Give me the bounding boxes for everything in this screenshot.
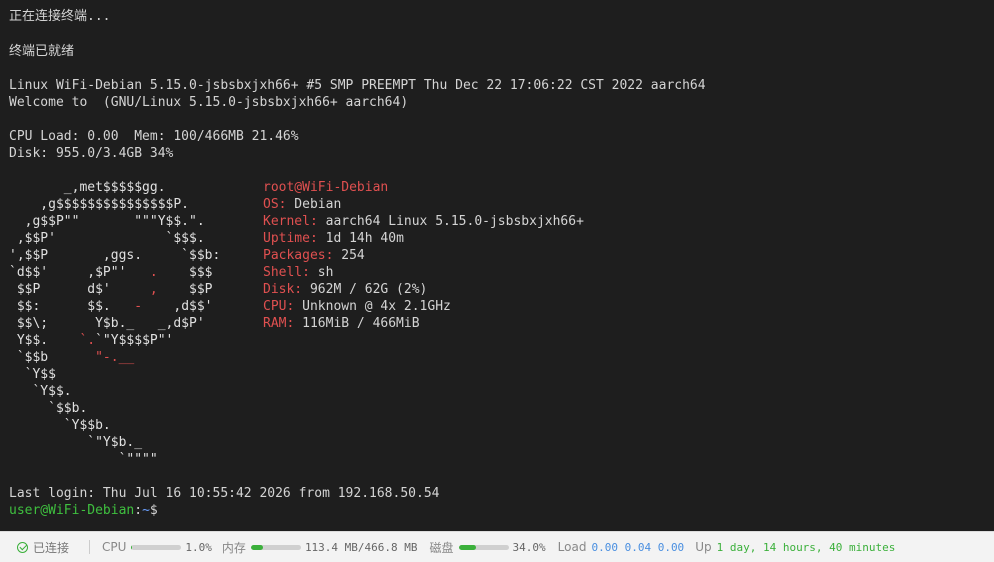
cpu-usage: CPU 1.0% xyxy=(102,540,212,554)
logo-line: Y$$. `.`"Y$$$$P"' xyxy=(9,333,174,348)
info-line: Packages: 254 xyxy=(263,248,365,263)
mem-bar xyxy=(250,544,301,550)
logo-line: `"Y$b._ xyxy=(9,435,143,450)
welcome-line: Welcome to (GNU/Linux 5.15.0-jsbsbxjxh66… xyxy=(9,95,409,110)
disk-label: 磁盘 xyxy=(429,540,454,555)
logo-line: ,g$$$$$$$$$$$$$$$P. xyxy=(9,197,190,212)
info-line: Kernel: aarch64 Linux 5.15.0-jsbsbxjxh66… xyxy=(263,214,584,229)
check-circle-icon xyxy=(17,541,28,553)
prompt-user: user@WiFi-Debian xyxy=(9,503,135,518)
connection-status: 已连接 xyxy=(17,539,69,556)
up-label: Up xyxy=(695,540,712,554)
logo-line: $$\; Y$b._ _,d$P' xyxy=(9,316,205,331)
cpu-value: 1.0% xyxy=(185,540,212,554)
disk-line: Disk: 955.0/3.4GB 34% xyxy=(9,146,174,161)
disk-bar xyxy=(458,544,509,550)
logo-line: `d$$' ,$P"' . $$$ xyxy=(9,265,213,280)
terminal-output[interactable]: 正在连接终端... 终端已就绪 Linux WiFi-Debian 5.15.0… xyxy=(0,0,994,531)
disk-value: 34.0% xyxy=(512,540,546,554)
mem-label: 内存 xyxy=(221,540,246,555)
info-line: OS: Debian xyxy=(263,197,342,212)
disk-bar-fill xyxy=(458,544,476,550)
info-line: Disk: 962M / 62G (2%) xyxy=(263,282,428,297)
prompt-symbol: $ xyxy=(149,503,158,518)
info-line: RAM: 116MiB / 466MiB xyxy=(263,316,420,331)
connecting-message: 正在连接终端... xyxy=(9,9,111,24)
info-line: CPU: Unknown @ 4x 2.1GHz xyxy=(263,299,451,314)
mem-bar-fill xyxy=(250,544,264,550)
uname-line: Linux WiFi-Debian 5.15.0-jsbsbxjxh66+ #5… xyxy=(9,78,706,93)
load-average: Load 0.00 0.04 0.00 xyxy=(558,540,685,554)
info-host: root@WiFi-Debian xyxy=(263,180,389,195)
load-label: Load xyxy=(557,540,587,554)
load-values: 0.00 0.04 0.00 xyxy=(591,540,685,554)
shell-prompt[interactable]: user@WiFi-Debian:~$ xyxy=(9,502,158,519)
logo-line: `$$b. xyxy=(9,401,88,416)
disk-usage: 磁盘 34.0% xyxy=(430,539,546,556)
memory-usage: 内存 113.4 MB/466.8 MB xyxy=(222,539,418,556)
cpu-mem-line: CPU Load: 0.00 Mem: 100/466MB 21.46% xyxy=(9,129,299,144)
logo-line: $$P d$' , $$P xyxy=(9,282,213,297)
logo-line: ',$$P ,ggs. `$$b: xyxy=(9,248,221,263)
info-line: Shell: sh xyxy=(263,265,334,280)
status-bar: 已连接 CPU 1.0% 内存 113.4 MB/466.8 MB 磁盘 34.… xyxy=(0,531,994,562)
logo-line: ,g$$P"" """Y$$.". xyxy=(9,214,205,229)
prompt-colon: : xyxy=(134,503,143,518)
prompt-path: ~ xyxy=(142,503,150,518)
status-divider xyxy=(89,540,91,554)
last-login-line: Last login: Thu Jul 16 10:55:42 2026 fro… xyxy=(9,486,440,501)
connection-status-label: 已连接 xyxy=(33,540,70,555)
logo-line: ,$$P' `$$$. xyxy=(9,231,205,246)
logo-line: `"""" xyxy=(9,452,158,467)
logo-line: `Y$$b. xyxy=(9,418,111,433)
cpu-bar-fill xyxy=(131,544,132,550)
ready-message: 终端已就绪 xyxy=(9,44,75,59)
cpu-bar xyxy=(131,544,182,550)
cpu-label: CPU xyxy=(102,540,127,554)
up-value: 1 day, 14 hours, 40 minutes xyxy=(716,540,896,554)
logo-line: `Y$$. xyxy=(9,384,72,399)
logo-line: `Y$$ xyxy=(9,367,56,382)
mem-value: 113.4 MB/466.8 MB xyxy=(304,540,418,554)
logo-line: $$: $$. - ,d$$' xyxy=(9,299,213,314)
logo-line: _,met$$$$$gg. xyxy=(9,180,166,195)
logo-line: `$$b "-.__ xyxy=(9,350,135,365)
uptime: Up 1 day, 14 hours, 40 minutes xyxy=(695,540,895,554)
info-line: Uptime: 1d 14h 40m xyxy=(263,231,404,246)
